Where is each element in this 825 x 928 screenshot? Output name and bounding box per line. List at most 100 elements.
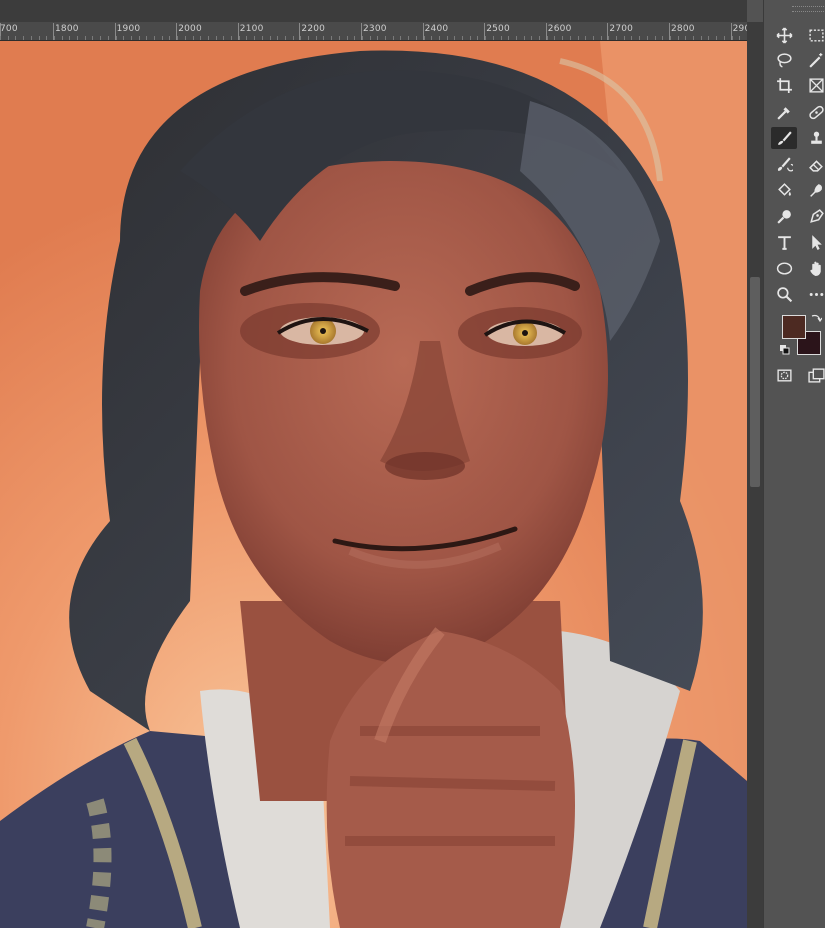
ruler-minor-tick bbox=[154, 36, 155, 40]
more-tools[interactable] bbox=[803, 283, 825, 305]
brush-tool-icon bbox=[777, 130, 792, 145]
ruler-minor-tick bbox=[284, 36, 286, 40]
ruler-minor-tick bbox=[315, 36, 317, 40]
ruler-label: 2500 bbox=[486, 24, 510, 34]
document-canvas[interactable] bbox=[0, 41, 747, 928]
healing-brush-tool[interactable] bbox=[803, 101, 825, 123]
move-tool[interactable] bbox=[771, 24, 797, 46]
ruler-minor-tick bbox=[369, 36, 371, 40]
ruler-minor-tick bbox=[700, 36, 702, 40]
marquee-tool[interactable] bbox=[803, 24, 825, 46]
dodge-tool[interactable] bbox=[771, 205, 797, 227]
ruler-minor-tick bbox=[423, 36, 425, 40]
frame-tool[interactable] bbox=[803, 74, 825, 96]
clone-stamp-tool[interactable] bbox=[803, 127, 825, 149]
painting-artwork bbox=[0, 41, 747, 928]
ruler-minor-tick bbox=[608, 36, 610, 40]
ruler-minor-tick bbox=[115, 36, 117, 40]
ruler-minor-tick bbox=[84, 36, 86, 40]
ruler-minor-tick bbox=[130, 36, 132, 40]
horizontal-ruler[interactable]: 700 1800 1900 2000 2100 2200 2300 2400 2500 2600 2… bbox=[0, 22, 747, 41]
healing-brush-tool-icon bbox=[808, 105, 824, 119]
ruler-minor-tick bbox=[231, 36, 232, 40]
ruler-minor-tick bbox=[592, 36, 594, 40]
ruler-label: 2700 bbox=[609, 24, 634, 34]
crop-tool[interactable] bbox=[771, 74, 797, 96]
path-selection-tool[interactable] bbox=[803, 231, 825, 253]
hand-tool[interactable] bbox=[803, 257, 825, 279]
ruler-minor-tick bbox=[192, 36, 194, 40]
ruler-minor-tick bbox=[662, 36, 664, 40]
ruler-minor-tick bbox=[600, 36, 602, 40]
ruler-minor-tick bbox=[685, 36, 687, 40]
quick-mask-button[interactable] bbox=[771, 364, 797, 386]
ruler-minor-tick bbox=[23, 36, 25, 40]
magic-wand-tool[interactable] bbox=[803, 49, 825, 71]
ruler-minor-tick bbox=[415, 36, 417, 40]
swap-colors-icon[interactable] bbox=[810, 312, 822, 324]
ruler-minor-tick bbox=[46, 36, 48, 40]
paint-bucket-tool-icon bbox=[777, 182, 791, 196]
move-tool-icon bbox=[775, 26, 793, 44]
ruler-minor-tick bbox=[677, 36, 679, 40]
eraser-tool-icon bbox=[808, 159, 823, 172]
ruler-minor-tick bbox=[38, 36, 40, 40]
ruler-minor-tick bbox=[554, 36, 556, 40]
eraser-tool[interactable] bbox=[803, 153, 825, 175]
ellipse-tool[interactable] bbox=[771, 257, 797, 279]
ruler-label: 2600 bbox=[547, 24, 572, 34]
ruler-minor-tick bbox=[277, 36, 279, 40]
ruler-minor-tick bbox=[462, 36, 463, 40]
vertical-scrollbar[interactable] bbox=[747, 22, 763, 928]
ruler-minor-tick bbox=[654, 36, 656, 40]
history-brush-tool[interactable] bbox=[771, 153, 797, 175]
ruler-minor-tick bbox=[408, 36, 410, 40]
paint-bucket-tool[interactable] bbox=[771, 179, 797, 201]
pen-tool[interactable] bbox=[803, 205, 825, 227]
frame-tool-icon bbox=[808, 77, 824, 93]
ruler-label: 700 bbox=[0, 24, 18, 34]
panel-grip[interactable] bbox=[792, 6, 825, 12]
ruler-minor-tick bbox=[716, 36, 718, 40]
type-tool[interactable] bbox=[771, 231, 797, 253]
ruler-minor-tick bbox=[300, 36, 302, 40]
ruler-minor-tick bbox=[0, 36, 1, 40]
ruler-minor-tick bbox=[577, 36, 579, 40]
ruler-minor-tick bbox=[238, 36, 240, 40]
ruler-label: 2100 bbox=[239, 24, 264, 34]
ruler-minor-tick bbox=[308, 36, 309, 40]
magic-wand-tool-icon bbox=[808, 52, 822, 68]
zoom-tool-icon bbox=[776, 286, 792, 302]
ruler-minor-tick bbox=[123, 36, 125, 40]
foreground-color-swatch[interactable] bbox=[782, 315, 806, 339]
ruler-minor-tick bbox=[708, 36, 710, 40]
ruler-minor-tick bbox=[523, 36, 525, 40]
smudge-tool[interactable] bbox=[803, 179, 825, 201]
ruler-label: 2400 bbox=[424, 24, 449, 34]
ellipse-tool-icon bbox=[776, 261, 792, 275]
ruler-minor-tick bbox=[338, 36, 340, 40]
ruler-minor-tick bbox=[515, 36, 517, 40]
default-colors-icon[interactable] bbox=[779, 344, 791, 356]
ruler-minor-tick bbox=[215, 36, 217, 40]
lasso-tool[interactable] bbox=[771, 49, 797, 71]
ruler-minor-tick bbox=[69, 36, 71, 40]
ruler-minor-tick bbox=[161, 36, 163, 40]
ruler-label: 2200 bbox=[301, 24, 326, 34]
ruler-minor-tick bbox=[546, 36, 548, 40]
ruler-label: 2800 bbox=[671, 24, 695, 34]
ruler-minor-tick bbox=[15, 36, 17, 40]
ruler-minor-tick bbox=[562, 36, 564, 40]
screen-mode-button[interactable] bbox=[803, 364, 825, 386]
ruler-minor-tick bbox=[200, 36, 202, 40]
ruler-minor-tick bbox=[169, 36, 171, 40]
quick-mask-icon bbox=[776, 368, 792, 382]
zoom-tool[interactable] bbox=[771, 283, 797, 305]
eyedropper-tool-icon bbox=[776, 106, 790, 120]
brush-tool[interactable] bbox=[771, 127, 797, 149]
ruler-minor-tick bbox=[261, 36, 263, 40]
scrollbar-thumb[interactable] bbox=[750, 277, 760, 487]
ruler-minor-tick bbox=[377, 36, 379, 40]
eyedropper-tool[interactable] bbox=[771, 101, 797, 123]
crop-tool-icon bbox=[776, 77, 792, 93]
